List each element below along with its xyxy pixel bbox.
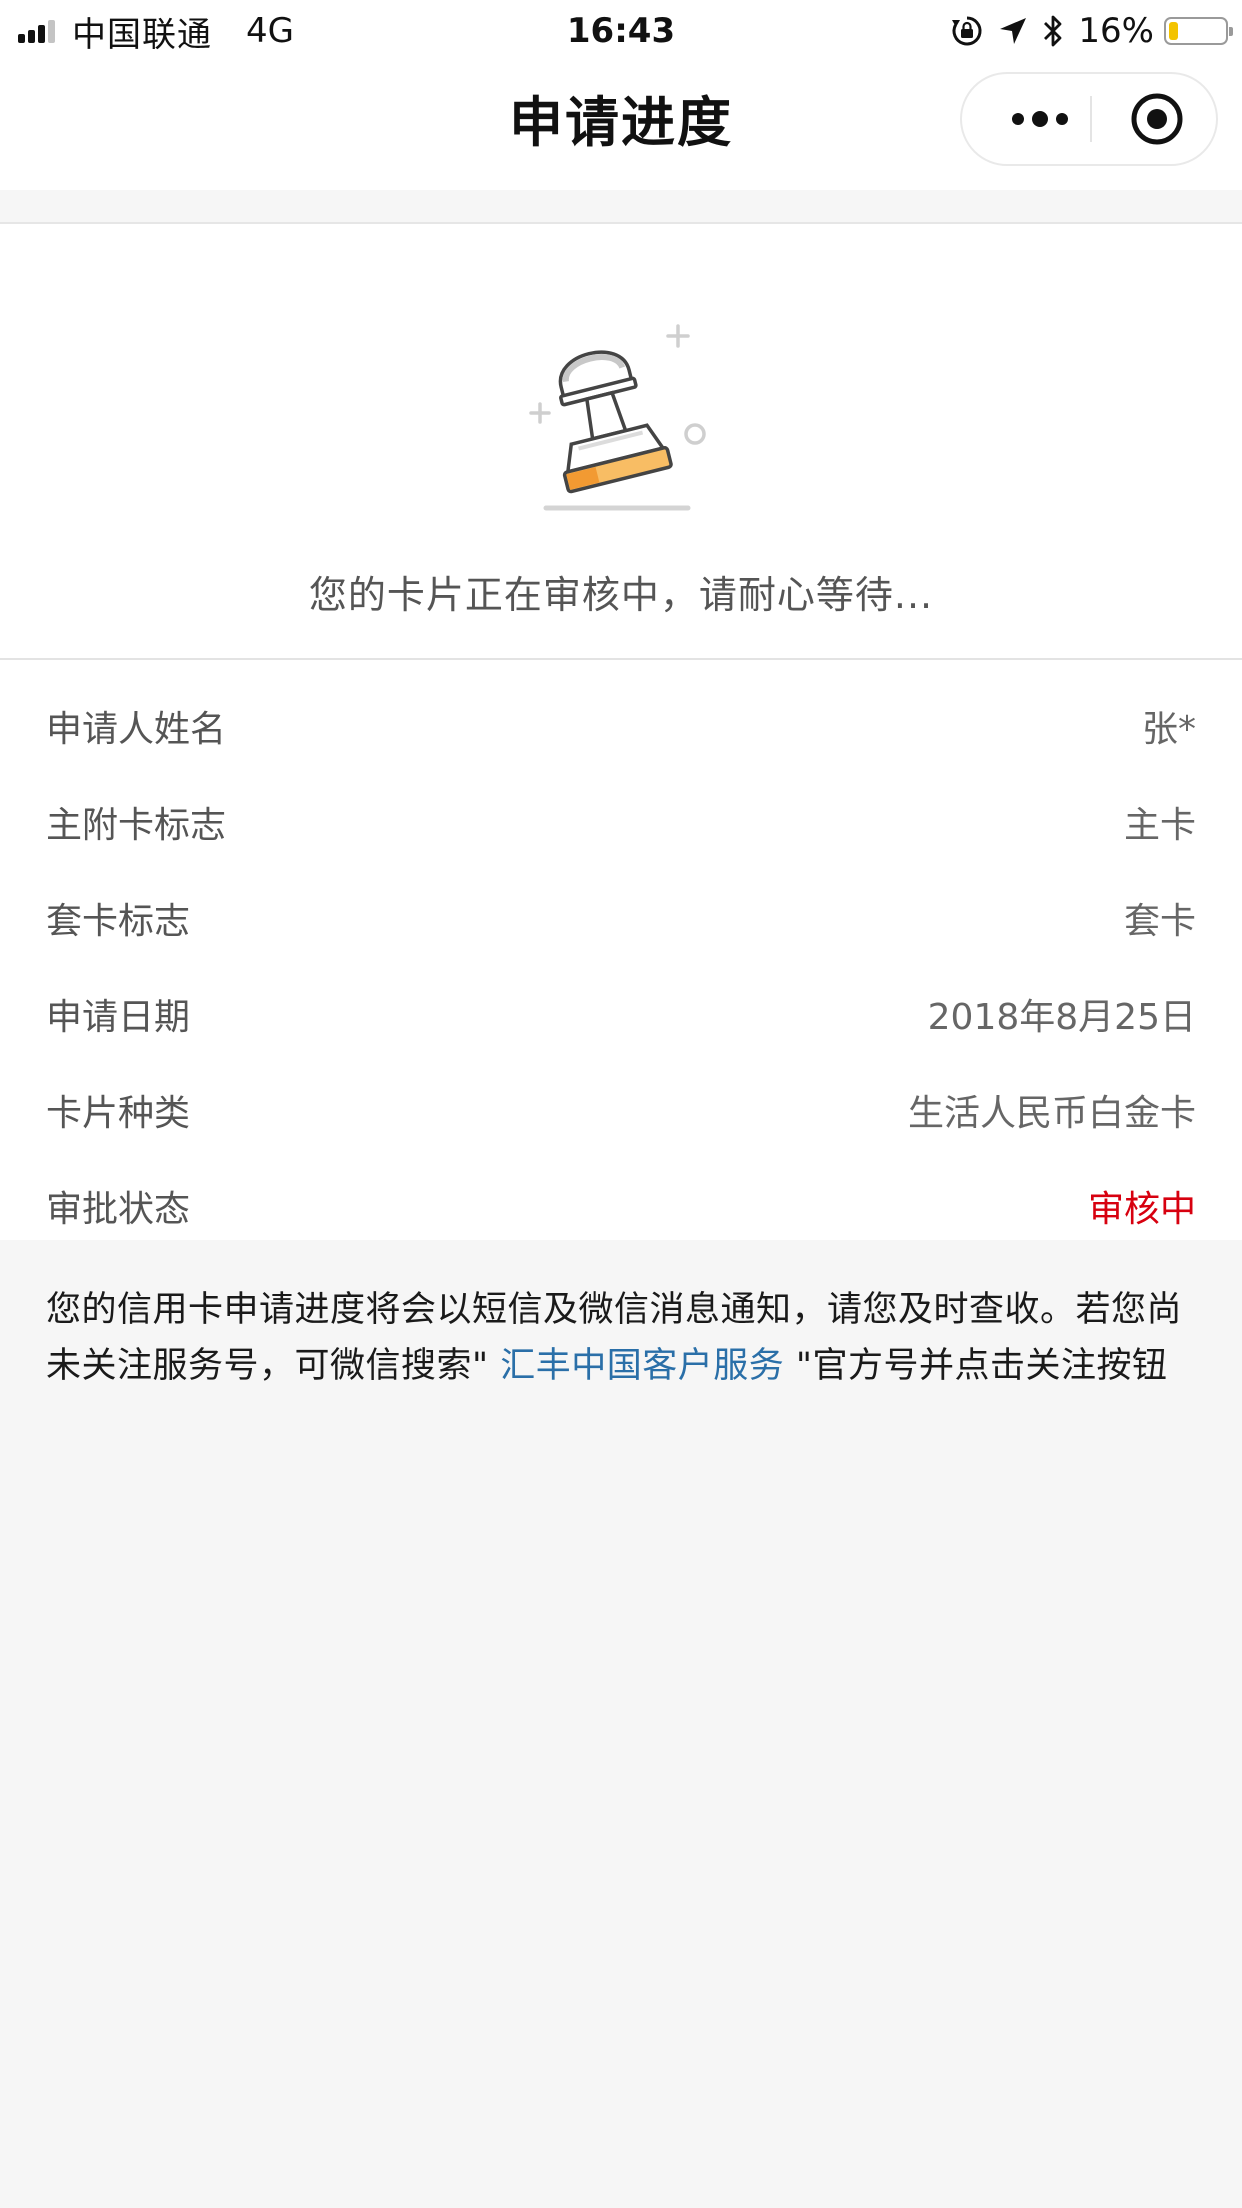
mini-program-capsule <box>960 72 1218 166</box>
info-row-card-type: 卡片种类 生活人民币白金卡 <box>0 1066 1242 1162</box>
status-bar-right: 16% <box>936 8 1233 54</box>
info-value: 2018年8月25日 <box>927 997 1196 1038</box>
close-mini-program-button[interactable] <box>1112 74 1202 164</box>
info-row-approval-status: 审批状态 审核中 <box>0 1162 1242 1258</box>
info-row-primary-card-flag: 主附卡标志 主卡 <box>0 778 1242 874</box>
info-label: 申请人姓名 <box>46 709 227 750</box>
info-row-applicant-name: 申请人姓名 张* <box>0 682 1242 778</box>
application-info-list: 申请人姓名 张* 主附卡标志 主卡 套卡标志 套卡 申请日期 2018年8月25… <box>0 660 1242 1240</box>
info-row-card-set-flag: 套卡标志 套卡 <box>0 874 1242 970</box>
target-close-icon <box>1131 93 1183 145</box>
info-value: 张* <box>1141 709 1196 750</box>
location-arrow-icon <box>998 16 1028 46</box>
info-row-application-date: 申请日期 2018年8月25日 <box>0 970 1242 1066</box>
battery-percent: 16% <box>1078 11 1154 51</box>
notice-text-after: "官方号并点击关注按钮 <box>795 1346 1168 1386</box>
section-gap <box>0 190 1242 224</box>
stamp-icon <box>529 324 706 511</box>
more-options-button[interactable] <box>1000 74 1080 164</box>
status-bar: 中国联通 4G 16:43 16% <box>0 0 1242 62</box>
battery-level-fill <box>1169 22 1178 40</box>
info-label: 申请日期 <box>46 997 191 1038</box>
info-label: 套卡标志 <box>46 901 191 942</box>
info-label: 审批状态 <box>46 1189 191 1230</box>
info-value: 生活人民币白金卡 <box>907 1093 1196 1134</box>
review-message: 您的卡片正在审核中，请耐心等待... <box>308 573 934 617</box>
info-label: 卡片种类 <box>46 1093 191 1134</box>
notification-notice: 您的信用卡申请进度将会以短信及微信消息通知，请您及时查收。若您尚未关注服务号，可… <box>46 1282 1198 1394</box>
rotation-lock-icon <box>950 14 984 48</box>
info-label: 主附卡标志 <box>46 805 227 846</box>
nav-bar: 申请进度 <box>0 62 1242 190</box>
info-value: 主卡 <box>1123 805 1196 846</box>
service-account-link[interactable]: 汇丰中国客户服务 <box>489 1346 796 1386</box>
more-dots-icon <box>1012 111 1068 127</box>
review-status-card: 您的卡片正在审核中，请耐心等待... <box>0 224 1242 660</box>
bluetooth-icon <box>1042 13 1064 49</box>
capsule-divider <box>1090 96 1092 142</box>
status-badge: 审核中 <box>1087 1189 1196 1230</box>
battery-icon <box>1164 17 1233 45</box>
info-value: 套卡 <box>1123 901 1196 942</box>
